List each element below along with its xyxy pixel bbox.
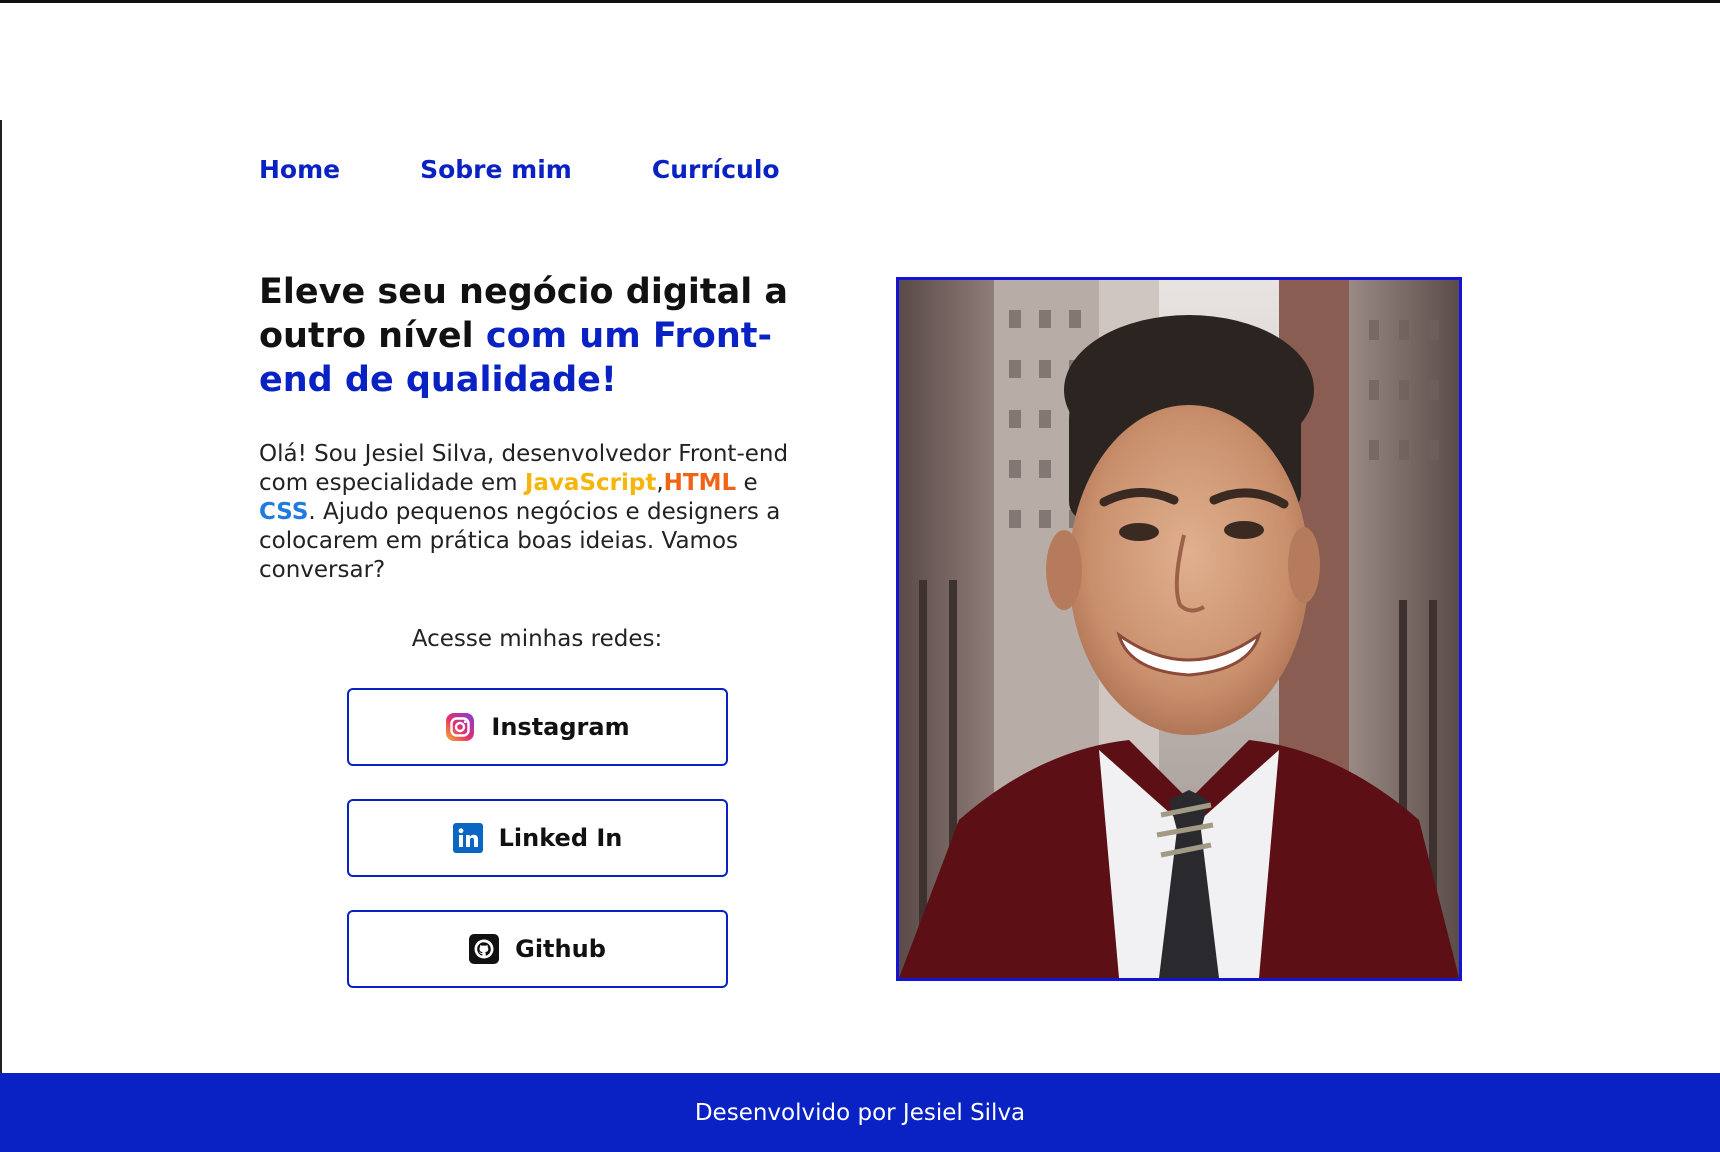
page-footer: Desenvolvido por Jesiel Silva (0, 1073, 1720, 1152)
hero-headline: Eleve seu negócio digital a outro nível … (259, 270, 819, 402)
github-icon (469, 934, 500, 964)
profile-photo (896, 277, 1462, 981)
left-edge-border (0, 120, 2, 1076)
hero-intro: Olá! Sou Jesiel Silva, desenvolvedor Fro… (259, 440, 819, 585)
nav-home[interactable]: Home (259, 155, 340, 185)
intro-suffix: . Ajudo pequenos negócios e designers a … (259, 499, 781, 583)
nav-curriculo[interactable]: Currículo (652, 155, 780, 185)
top-border (0, 0, 1720, 3)
keyword-conjunction: e (736, 470, 758, 496)
social-heading: Acesse minhas redes: (411, 626, 663, 652)
footer-text: Desenvolvido por Jesiel Silva (694, 1099, 1026, 1126)
instagram-icon (445, 712, 475, 742)
nav-sobre-mim[interactable]: Sobre mim (420, 155, 572, 185)
instagram-label: Instagram (491, 713, 630, 741)
instagram-button[interactable]: Instagram (347, 688, 728, 766)
linkedin-label: Linked In (498, 824, 623, 852)
keyword-html: HTML (663, 470, 737, 496)
keyword-javascript: JavaScript (524, 470, 657, 496)
github-label: Github (515, 935, 606, 963)
keyword-separator: , (656, 470, 664, 496)
keyword-css: CSS (259, 499, 309, 525)
linkedin-icon (452, 823, 483, 853)
github-button[interactable]: Github (347, 910, 728, 988)
main-nav: Home Sobre mim Currículo (259, 155, 780, 185)
linkedin-button[interactable]: Linked In (347, 799, 728, 877)
